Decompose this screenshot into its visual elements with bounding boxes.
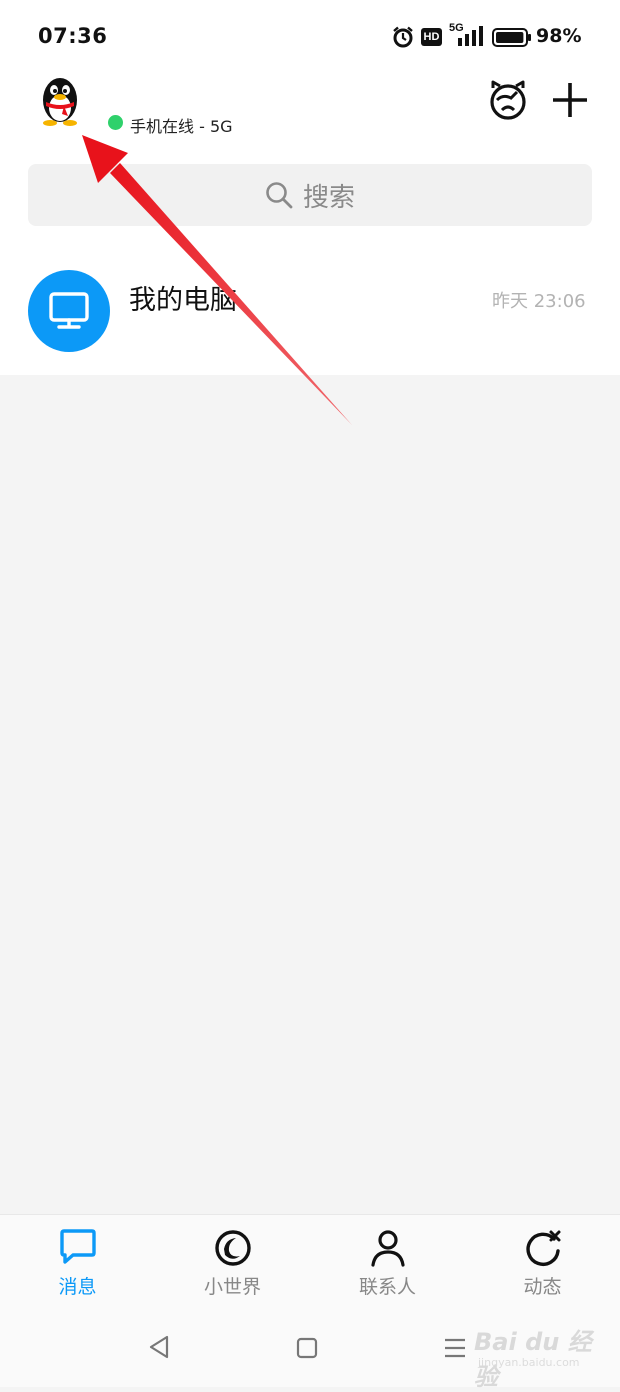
tab-moments[interactable]: 动态 — [465, 1215, 620, 1310]
annotation-arrow — [82, 135, 352, 425]
baidu-watermark: Bai du 经验 jingyan.baidu.com — [474, 1322, 614, 1391]
small-world-icon — [214, 1230, 251, 1266]
contacts-person-icon — [370, 1230, 405, 1267]
tab-label: 动态 — [523, 1276, 562, 1298]
alarm-icon — [393, 26, 413, 48]
chat-time: 昨天 23:06 — [492, 291, 586, 312]
message-bubble-icon — [59, 1229, 96, 1264]
plus-icon[interactable] — [552, 82, 588, 118]
status-time: 07:36 — [38, 24, 108, 48]
hd-badge: HD — [421, 28, 442, 46]
watermark-subtext: jingyan.baidu.com — [478, 1356, 580, 1369]
moments-refresh-icon — [525, 1230, 560, 1266]
tab-contacts[interactable]: 联系人 — [310, 1215, 465, 1310]
tab-small-world[interactable]: 小世界 — [155, 1215, 310, 1310]
status-bar: 07:36 HD 5G 98% — [0, 0, 620, 70]
tab-label: 消息 — [58, 1276, 97, 1298]
signal-icon — [458, 26, 483, 46]
battery-percent: 98% — [536, 25, 582, 47]
qq-penguin-icon[interactable] — [36, 72, 84, 126]
tab-messages[interactable]: 消息 — [0, 1215, 155, 1310]
tab-label: 小世界 — [203, 1276, 261, 1298]
tab-label: 联系人 — [358, 1276, 416, 1298]
recent-menu-icon[interactable] — [443, 1337, 467, 1359]
qq-show-cat-icon[interactable] — [487, 80, 529, 120]
home-square-icon[interactable] — [296, 1337, 318, 1359]
back-triangle-icon[interactable] — [148, 1335, 170, 1359]
battery-icon — [492, 28, 531, 47]
